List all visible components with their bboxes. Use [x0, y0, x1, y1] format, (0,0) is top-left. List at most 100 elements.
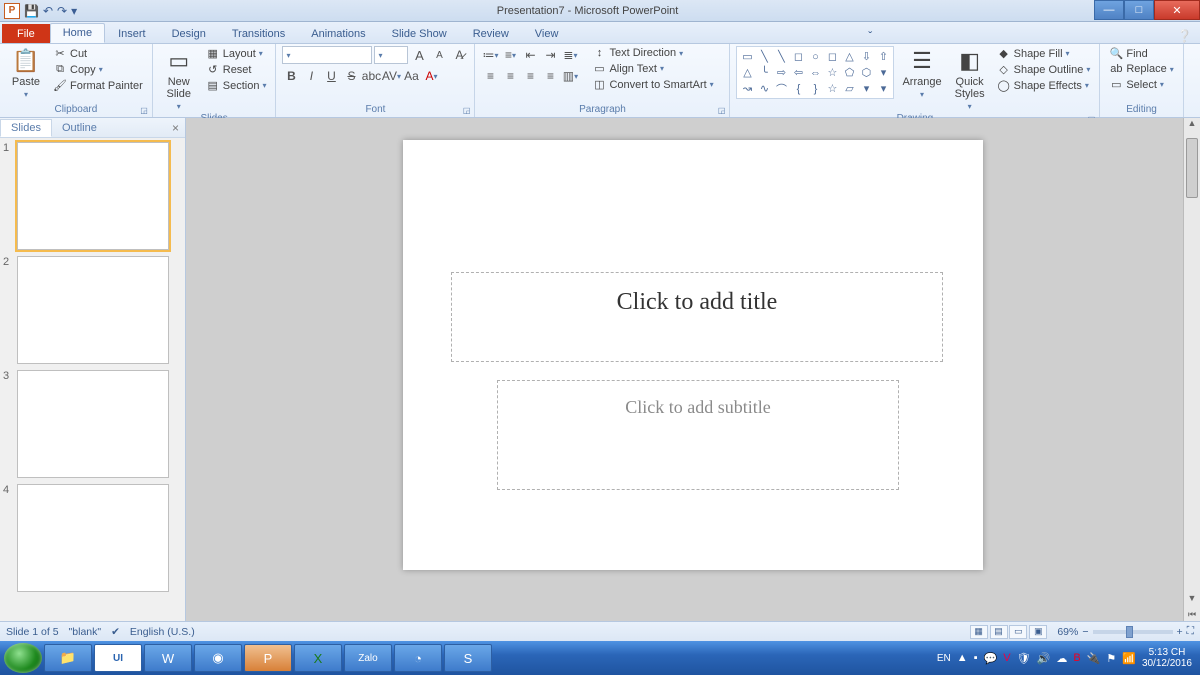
scroll-thumb[interactable] — [1186, 138, 1198, 198]
shape-fill-button[interactable]: ◆Shape Fill — [994, 46, 1094, 61]
undo-icon[interactable]: ↶ — [43, 4, 53, 18]
minimize-button[interactable]: — — [1094, 0, 1124, 20]
scroll-down-icon[interactable]: ▼ — [1184, 593, 1200, 609]
spellcheck-icon[interactable]: ✔ — [111, 626, 120, 638]
outline-tab[interactable]: Outline — [52, 120, 107, 136]
scroll-up-icon[interactable]: ▲ — [1184, 118, 1200, 134]
taskbar-chrome[interactable]: ◉ — [194, 644, 242, 672]
justify-button[interactable]: ≡ — [541, 67, 559, 85]
format-painter-button[interactable]: 🖌Format Painter — [50, 78, 146, 93]
cut-button[interactable]: ✂Cut — [50, 46, 146, 61]
taskbar-coccoc[interactable]: ◔ — [394, 644, 442, 672]
bullets-button[interactable]: ≔ — [481, 46, 499, 64]
fit-window-button[interactable]: ⛶ — [1187, 625, 1194, 638]
select-button[interactable]: ▭Select — [1106, 77, 1176, 92]
save-icon[interactable]: 💾 — [24, 4, 39, 18]
taskbar-unikey[interactable]: UI — [94, 644, 142, 672]
taskbar-skype[interactable]: S — [444, 644, 492, 672]
zoom-in-button[interactable]: + — [1177, 626, 1183, 638]
quick-styles-button[interactable]: ◧Quick Styles — [950, 46, 990, 113]
reading-view-button[interactable]: ▭ — [1009, 625, 1027, 639]
help-icon[interactable]: ❔ — [1169, 29, 1200, 43]
sorter-view-button[interactable]: ▤ — [990, 625, 1008, 639]
slide-editor[interactable]: Click to add title Click to add subtitle — [403, 140, 983, 570]
tray-lang[interactable]: EN — [937, 653, 951, 664]
layout-button[interactable]: ▦Layout — [203, 46, 270, 61]
tab-animations[interactable]: Animations — [298, 24, 378, 43]
slideshow-view-button[interactable]: ▣ — [1029, 625, 1047, 639]
align-text-button[interactable]: ▭Align Text — [589, 61, 716, 76]
tab-file[interactable]: File — [2, 24, 50, 43]
text-direction-button[interactable]: ↕Text Direction — [589, 46, 716, 60]
start-button[interactable] — [4, 643, 42, 673]
thumbnail-4[interactable]: 4 — [3, 484, 182, 592]
ribbon-minimize-icon[interactable]: ˇ — [860, 29, 880, 43]
tab-transitions[interactable]: Transitions — [219, 24, 298, 43]
tab-home[interactable]: Home — [50, 23, 105, 43]
tray-chat-icon[interactable]: 💬 — [984, 652, 998, 665]
tab-review[interactable]: Review — [460, 24, 522, 43]
taskbar-powerpoint[interactable]: P — [244, 644, 292, 672]
tray-up-icon[interactable]: ▲ — [957, 652, 968, 664]
tray-flag-icon[interactable]: ⚑ — [1106, 652, 1116, 665]
font-family-select[interactable] — [282, 46, 372, 64]
find-button[interactable]: 🔍Find — [1106, 46, 1176, 61]
align-center-button[interactable]: ≡ — [501, 67, 519, 85]
bold-button[interactable]: B — [282, 67, 300, 85]
tray-power-icon[interactable]: 🔌 — [1087, 652, 1101, 665]
vertical-scrollbar[interactable]: ▲ ▼ ⏮ ⏭ — [1183, 118, 1200, 641]
font-size-select[interactable] — [374, 46, 408, 64]
shrink-font-icon[interactable]: A — [430, 46, 448, 64]
taskbar-word[interactable]: W — [144, 644, 192, 672]
change-case-button[interactable]: Aa — [402, 67, 420, 85]
tray-b-icon[interactable]: B — [1073, 652, 1080, 664]
clipboard-dialog-icon[interactable]: ◲ — [140, 106, 148, 115]
align-right-button[interactable]: ≡ — [521, 67, 539, 85]
font-dialog-icon[interactable]: ◲ — [463, 106, 471, 115]
arrange-button[interactable]: ☰Arrange — [898, 46, 945, 101]
tray-cloud-icon[interactable]: ☁ — [1056, 652, 1067, 665]
copy-button[interactable]: ⧉Copy — [50, 62, 146, 77]
slides-tab[interactable]: Slides — [0, 119, 52, 137]
tab-view[interactable]: View — [522, 24, 572, 43]
redo-icon[interactable]: ↷ — [57, 4, 67, 18]
new-slide-button[interactable]: ▭ New Slide — [159, 46, 199, 113]
numbering-button[interactable]: ≡ — [501, 46, 519, 64]
shape-outline-button[interactable]: ◇Shape Outline — [994, 62, 1094, 77]
grow-font-icon[interactable]: A — [410, 46, 428, 64]
paste-button[interactable]: 📋 Paste — [6, 46, 46, 101]
italic-button[interactable]: I — [302, 67, 320, 85]
font-color-button[interactable]: A — [422, 67, 440, 85]
tray-shield-icon[interactable]: 🛡 — [1017, 652, 1031, 665]
thumbnail-3[interactable]: 3 — [3, 370, 182, 478]
qat-more-icon[interactable]: ▾ — [71, 4, 77, 18]
tray-app1-icon[interactable]: ▪ — [974, 652, 978, 664]
strike-button[interactable]: S — [342, 67, 360, 85]
clear-format-icon[interactable]: A̷ — [450, 46, 468, 64]
paragraph-dialog-icon[interactable]: ◲ — [718, 106, 726, 115]
language-indicator[interactable]: English (U.S.) — [130, 626, 195, 638]
columns-button[interactable]: ▥ — [561, 67, 579, 85]
tray-v-icon[interactable]: V — [1003, 652, 1010, 664]
char-spacing-button[interactable]: AV — [382, 67, 400, 85]
tab-insert[interactable]: Insert — [105, 24, 159, 43]
replace-button[interactable]: abReplace — [1106, 62, 1176, 76]
thumbnail-1[interactable]: 1 — [3, 142, 182, 250]
tab-design[interactable]: Design — [159, 24, 219, 43]
subtitle-placeholder[interactable]: Click to add subtitle — [497, 380, 899, 490]
normal-view-button[interactable]: ▦ — [970, 625, 988, 639]
shape-effects-button[interactable]: ◯Shape Effects — [994, 78, 1094, 93]
title-placeholder[interactable]: Click to add title — [451, 272, 943, 362]
close-panel-icon[interactable]: × — [166, 121, 185, 135]
taskbar-excel[interactable]: X — [294, 644, 342, 672]
increase-indent-button[interactable]: ⇥ — [541, 46, 559, 64]
tray-speaker-icon[interactable]: 🔊 — [1037, 652, 1051, 665]
convert-smartart-button[interactable]: ◫Convert to SmartArt — [589, 77, 716, 92]
shapes-gallery[interactable]: ▭╲╲◻○◻△⇩⇧ △╰⇨⇦⇔☆⬠⬡▾ ↝∿⌒{}☆▱▾▾ — [736, 46, 894, 99]
zoom-out-button[interactable]: − — [1082, 626, 1088, 638]
shadow-button[interactable]: abс — [362, 67, 380, 85]
section-button[interactable]: ▤Section — [203, 78, 270, 93]
zoom-level[interactable]: 69% — [1057, 626, 1078, 638]
taskbar-explorer[interactable]: 📁 — [44, 644, 92, 672]
underline-button[interactable]: U — [322, 67, 340, 85]
